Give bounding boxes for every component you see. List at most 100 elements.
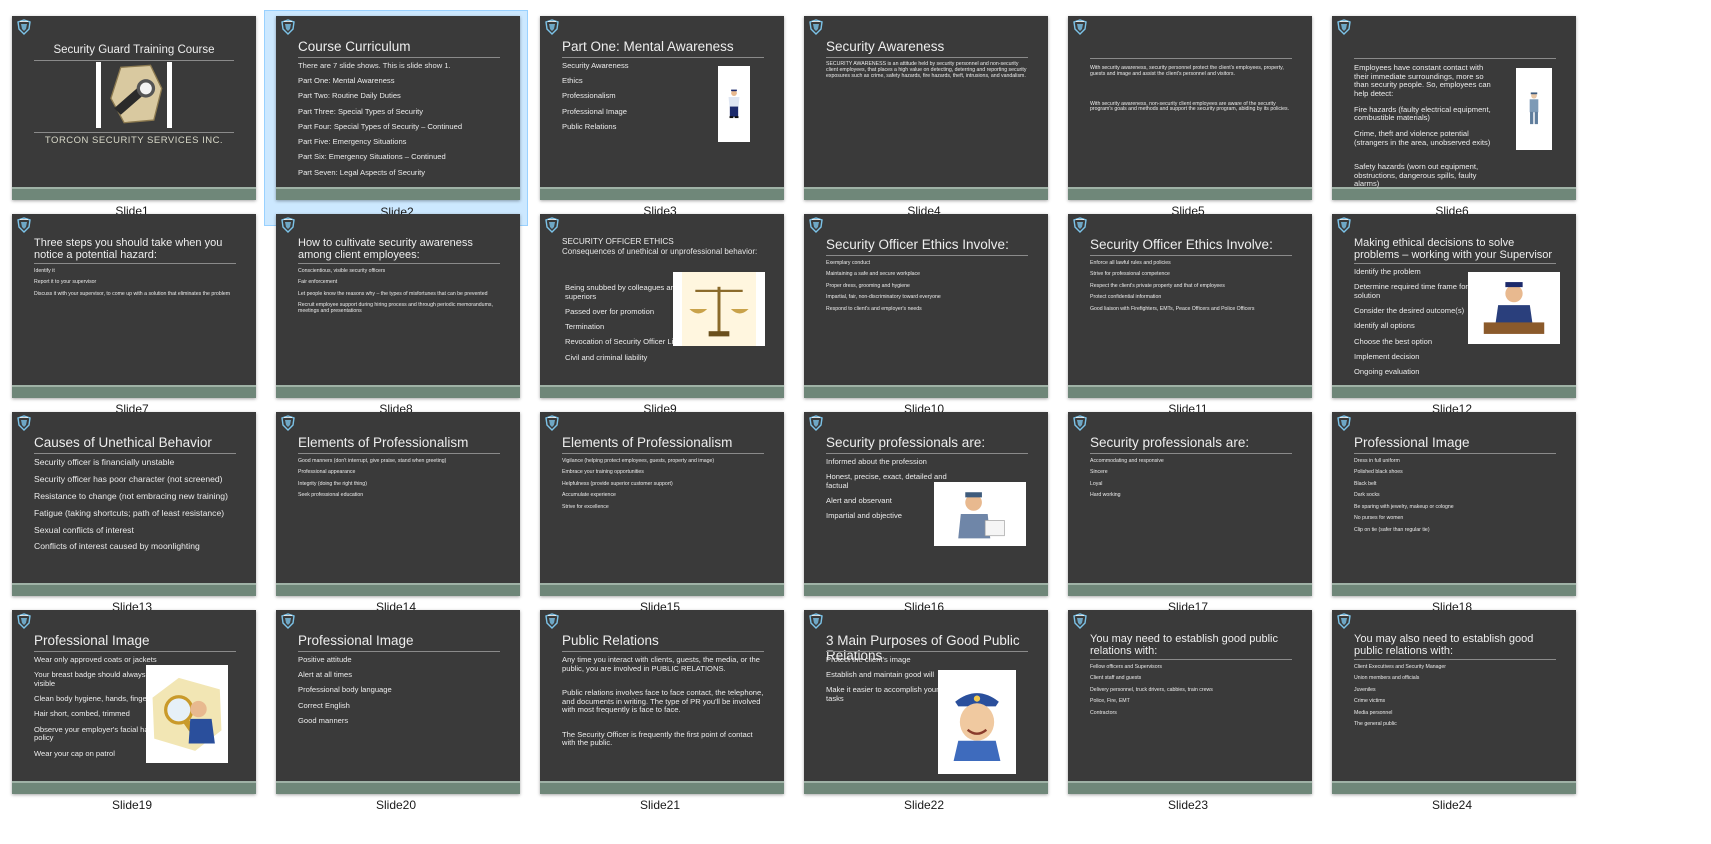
slide-label[interactable]: Slide21: [528, 798, 792, 812]
slide-label[interactable]: Slide23: [1056, 798, 1320, 812]
bullet-item: Recruit employee support during hiring p…: [298, 302, 493, 315]
slide-footer-band: [1332, 781, 1576, 794]
title-divider: [826, 651, 1028, 652]
slide-20-preview[interactable]: Professional Image Positive attitude Alert…: [276, 610, 520, 794]
flashlight-badge-image: [96, 62, 172, 128]
slide-footer-band: [540, 583, 784, 596]
slide-thumbnail-22[interactable]: 3 Main Purposes of Good Public Relations…: [792, 604, 1056, 820]
company-shield-logo-icon: [17, 217, 31, 233]
slide-thumbnail-5[interactable]: With security awareness, security person…: [1056, 10, 1320, 226]
slide-7-preview[interactable]: Three steps you should take when you not…: [12, 214, 256, 398]
bullet-item: Vigilance (helping protect employees, gu…: [562, 458, 715, 464]
bullet-item: Proper dress, grooming and hygiene: [826, 282, 910, 289]
title-divider: [562, 651, 764, 652]
bullet-item: Black belt: [1354, 480, 1377, 487]
bullet-item: Part Six: Emergency Situations – Continu…: [298, 152, 446, 162]
slide-footer-band: [12, 583, 256, 596]
slide-2-preview[interactable]: Course Curriculum There are 7 slide shows…: [276, 16, 520, 200]
title-divider: [562, 57, 764, 58]
bullet-item: Loyal: [1090, 480, 1103, 487]
slide-thumbnail-3[interactable]: Part One: Mental Awareness Security Aware…: [528, 10, 792, 226]
slide-10-preview[interactable]: Security Officer Ethics Involve: Exemplar…: [804, 214, 1048, 398]
supervisor-desk-image: [1468, 272, 1560, 344]
slide-thumbnail-18[interactable]: Professional Image Dress in full uniform P…: [1320, 406, 1584, 622]
slide-thumbnail-7[interactable]: Three steps you should take when you not…: [0, 208, 264, 424]
slide-thumbnail-6[interactable]: Employees have constant contact with the…: [1320, 10, 1584, 226]
slide-thumbnail-1[interactable]: Security Guard Training Course TORCON SEC…: [0, 10, 264, 226]
slide-bullet-list: Security officer is financially unstable…: [34, 457, 239, 559]
bullet-item: Media personnel: [1354, 709, 1393, 716]
slide-thumbnail-17[interactable]: Security professionals are: Accommodating…: [1056, 406, 1320, 622]
bullet-item: Positive attitude: [298, 655, 352, 664]
bullet-item: Ethics: [562, 76, 583, 86]
company-shield-logo-icon: [1337, 613, 1351, 629]
bullet-item: Discuss it with your supervisor, to come…: [34, 290, 231, 297]
slide-label[interactable]: Slide24: [1320, 798, 1584, 812]
slide-thumbnail-9[interactable]: SECURITY OFFICER ETHICS Consequences of u…: [528, 208, 792, 424]
bullet-item: Civil and criminal liability: [565, 352, 648, 362]
slide-3-preview[interactable]: Part One: Mental Awareness Security Aware…: [540, 16, 784, 200]
slide-16-preview[interactable]: Security professionals are: Informed abou…: [804, 412, 1048, 596]
slide-thumbnail-10[interactable]: Security Officer Ethics Involve: Exemplar…: [792, 208, 1056, 424]
company-shield-logo-icon: [1073, 19, 1087, 35]
slide-label[interactable]: Slide22: [792, 798, 1056, 812]
slide-22-preview[interactable]: 3 Main Purposes of Good Public Relations…: [804, 610, 1048, 794]
guard-standing-image: [1516, 68, 1552, 150]
bullet-item: Part One: Mental Awareness: [298, 76, 395, 86]
slide-12-preview[interactable]: Making ethical decisions to solve proble…: [1332, 214, 1576, 398]
slide-23-preview[interactable]: You may need to establish good public re…: [1068, 610, 1312, 794]
slide-footer-band: [276, 583, 520, 596]
slide-21-preview[interactable]: Public Relations Any time you interact wi…: [540, 610, 784, 794]
slide-9-preview[interactable]: SECURITY OFFICER ETHICS Consequences of u…: [540, 214, 784, 398]
slide-15-preview[interactable]: Elements of Professionalism Vigilance (he…: [540, 412, 784, 596]
slide-footer-band: [1068, 583, 1312, 596]
slide-6-preview[interactable]: Employees have constant contact with the…: [1332, 16, 1576, 200]
slide-thumbnail-19[interactable]: Professional Image Wear only approved coa…: [0, 604, 264, 820]
company-shield-logo-icon: [809, 415, 823, 431]
bullet-item: Helpfulness (provide superior customer s…: [562, 480, 673, 487]
bullet-item: Security officer has poor character (not…: [34, 473, 223, 484]
slide-thumbnail-2[interactable]: Course Curriculum There are 7 slide shows…: [264, 10, 528, 226]
slide-4-preview[interactable]: Security Awareness SECURITY AWARENESS is …: [804, 16, 1048, 200]
bullet-item: Police, Fire, EMT: [1090, 698, 1130, 705]
bullet-item: Informed about the profession: [826, 457, 927, 466]
bullet-item: Resistance to change (not embracing new …: [34, 490, 228, 501]
slide-intro: There are 7 slide shows. This is slide s…: [298, 61, 451, 70]
slide-footer-band: [804, 583, 1048, 596]
slide-thumbnail-16[interactable]: Security professionals are: Informed abou…: [792, 406, 1056, 622]
title-divider: [34, 263, 236, 264]
slide-13-preview[interactable]: Causes of Unethical Behavior Security off…: [12, 412, 256, 596]
slide-title: Security Officer Ethics Involve:: [1090, 237, 1273, 252]
slide-thumbnail-12[interactable]: Making ethical decisions to solve proble…: [1320, 208, 1584, 424]
slide-title: Security Officer Ethics Involve:: [826, 237, 1009, 252]
slide-thumbnail-14[interactable]: Elements of Professionalism Good manners …: [264, 406, 528, 622]
slide-thumbnail-15[interactable]: Elements of Professionalism Vigilance (he…: [528, 406, 792, 622]
company-shield-logo-icon: [809, 217, 823, 233]
slide-thumbnail-8[interactable]: How to cultivate security awareness amon…: [264, 208, 528, 424]
slide-8-preview[interactable]: How to cultivate security awareness amon…: [276, 214, 520, 398]
slide-24-preview[interactable]: You may also need to establish good publ…: [1332, 610, 1576, 794]
slide-thumbnail-13[interactable]: Causes of Unethical Behavior Security off…: [0, 406, 264, 622]
slide-thumbnail-23[interactable]: You may need to establish good public re…: [1056, 604, 1320, 820]
slide-label[interactable]: Slide20: [264, 798, 528, 812]
slide-14-preview[interactable]: Elements of Professionalism Good manners …: [276, 412, 520, 596]
slide-thumbnail-21[interactable]: Public Relations Any time you interact wi…: [528, 604, 792, 820]
bullet-item: Fellow officers and Supervisors: [1090, 664, 1162, 670]
slide-footer-band: [1332, 187, 1576, 200]
slide-thumbnail-4[interactable]: Security Awareness SECURITY AWARENESS is …: [792, 10, 1056, 226]
slide-footer-band: [1332, 583, 1576, 596]
slide-label[interactable]: Slide19: [0, 798, 264, 812]
slide-5-preview[interactable]: With security awareness, security person…: [1068, 16, 1312, 200]
title-divider: [1090, 255, 1292, 256]
slide-title: Security Guard Training Course: [53, 44, 215, 56]
slide-17-preview[interactable]: Security professionals are: Accommodating…: [1068, 412, 1312, 596]
slide-19-preview[interactable]: Professional Image Wear only approved coa…: [12, 610, 256, 794]
slide-11-preview[interactable]: Security Officer Ethics Involve: Enforce …: [1068, 214, 1312, 398]
slide-thumbnail-11[interactable]: Security Officer Ethics Involve: Enforce …: [1056, 208, 1320, 424]
bullet-item: Professional Image: [562, 106, 628, 116]
slide-thumbnail-24[interactable]: You may also need to establish good publ…: [1320, 604, 1584, 820]
slide-bullet-list: Identify it Report it to your supervisor D…: [34, 268, 239, 302]
slide-thumbnail-20[interactable]: Professional Image Positive attitude Alert…: [264, 604, 528, 820]
slide-18-preview[interactable]: Professional Image Dress in full uniform P…: [1332, 412, 1576, 596]
slide-1-preview[interactable]: Security Guard Training Course TORCON SEC…: [12, 16, 256, 200]
